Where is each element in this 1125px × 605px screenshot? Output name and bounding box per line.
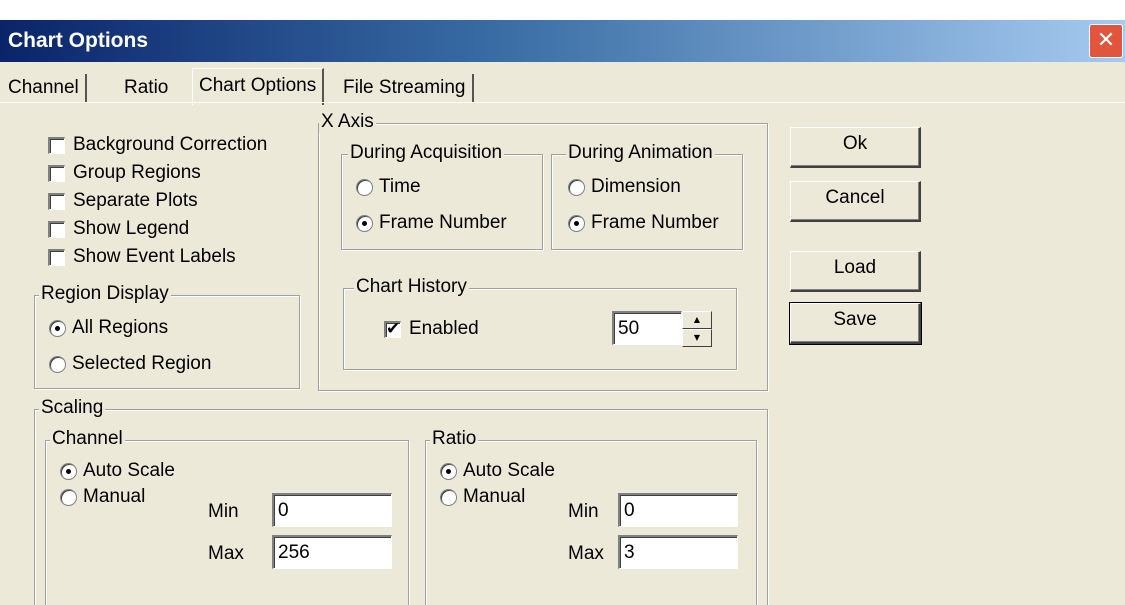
x-axis-group: X Axis During Acquisition Time Frame Num…: [318, 111, 768, 391]
channel-max-input[interactable]: 256: [272, 535, 392, 569]
radio-dot: [60, 462, 77, 480]
checkbox-label: Enabled: [409, 318, 479, 339]
ratio-min-input[interactable]: 0: [618, 493, 738, 527]
animation-frame-number-radio[interactable]: Frame Number: [568, 211, 719, 235]
dimension-radio[interactable]: Dimension: [568, 175, 681, 199]
radio-dot: [440, 488, 457, 506]
tab-strip: Channel Ratio Chart Options File Streami…: [0, 68, 1125, 105]
checkbox-label: Group Regions: [73, 162, 201, 183]
radio-label: Dimension: [591, 176, 681, 197]
radio-dot: [440, 462, 457, 480]
group-title: Region Display: [39, 283, 171, 305]
all-regions-radio[interactable]: All Regions: [49, 316, 168, 340]
spin-down-icon[interactable]: ▼: [682, 329, 712, 347]
checkbox-box: [48, 164, 65, 182]
channel-scaling-group: Channel Auto Scale Manual Min 0 Max 256: [45, 428, 409, 605]
channel-max-label: Max: [208, 543, 244, 564]
spin-up-icon[interactable]: ▲: [682, 311, 712, 329]
chart-history-group: Chart History Enabled 50 ▲ ▼: [343, 276, 737, 370]
group-title: During Animation: [566, 142, 715, 164]
checkbox-label: Show Legend: [73, 218, 190, 239]
window-title: Chart Options: [8, 29, 148, 52]
history-enabled-checkbox[interactable]: Enabled: [384, 317, 479, 341]
history-length-spinner[interactable]: ▲ ▼: [682, 311, 712, 347]
group-title: X Axis: [319, 111, 376, 133]
radio-label: Manual: [83, 486, 146, 507]
checkbox-label: Show Event Labels: [73, 246, 236, 267]
channel-auto-scale-radio[interactable]: Auto Scale: [60, 459, 175, 483]
ratio-auto-scale-radio[interactable]: Auto Scale: [440, 459, 555, 483]
checkbox-box: [48, 248, 65, 266]
radio-label: Auto Scale: [83, 460, 175, 481]
acquisition-frame-number-radio[interactable]: Frame Number: [356, 211, 507, 235]
channel-min-label: Min: [208, 501, 239, 522]
separate-plots-checkbox[interactable]: Separate Plots: [48, 189, 198, 213]
close-icon: ✕: [1096, 28, 1116, 53]
tab-ratio[interactable]: Ratio: [118, 74, 174, 102]
ratio-max-label: Max: [568, 543, 604, 564]
tab-chart-options[interactable]: Chart Options: [192, 68, 325, 105]
radio-dot: [568, 214, 585, 232]
ratio-max-input[interactable]: 3: [618, 535, 738, 569]
show-event-labels-checkbox[interactable]: Show Event Labels: [48, 245, 236, 269]
show-legend-checkbox[interactable]: Show Legend: [48, 217, 189, 241]
tab-panel-chart-options: Background Correction Group Regions Sepa…: [0, 102, 1125, 605]
radio-dot: [49, 319, 66, 337]
radio-label: Auto Scale: [463, 460, 555, 481]
close-button[interactable]: ✕: [1089, 24, 1123, 58]
load-button[interactable]: Load: [790, 251, 921, 292]
during-acquisition-group: During Acquisition Time Frame Number: [341, 142, 543, 250]
group-title: Channel: [50, 428, 125, 450]
cancel-button[interactable]: Cancel: [790, 181, 921, 222]
radio-label: Manual: [463, 486, 526, 507]
title-bar[interactable]: Chart Options ✕: [0, 20, 1125, 62]
radio-dot: [356, 214, 373, 232]
group-title: During Acquisition: [348, 142, 505, 164]
region-display-group: Region Display All Regions Selected Regi…: [34, 283, 300, 389]
history-length-input[interactable]: 50: [612, 311, 682, 345]
ratio-manual-radio[interactable]: Manual: [440, 485, 525, 509]
checkbox-label: Separate Plots: [73, 190, 198, 211]
tab-file-streaming[interactable]: File Streaming: [337, 74, 474, 102]
radio-dot: [568, 178, 585, 196]
checkbox-label: Background Correction: [73, 134, 268, 155]
ratio-scaling-group: Ratio Auto Scale Manual Min 0 Max 3: [425, 428, 757, 605]
group-title: Scaling: [39, 397, 106, 419]
during-animation-group: During Animation Dimension Frame Number: [551, 142, 743, 250]
radio-label: Frame Number: [591, 212, 719, 233]
radio-label: Frame Number: [379, 212, 507, 233]
radio-dot: [49, 355, 66, 373]
selected-region-radio[interactable]: Selected Region: [49, 352, 211, 376]
checkbox-box: [384, 318, 401, 340]
radio-label: All Regions: [72, 317, 169, 338]
time-radio[interactable]: Time: [356, 175, 421, 199]
channel-min-input[interactable]: 0: [272, 493, 392, 527]
radio-dot: [356, 178, 373, 196]
ratio-min-label: Min: [568, 501, 599, 522]
scaling-group: Scaling Channel Auto Scale Manual Min 0 …: [34, 397, 768, 605]
chart-options-dialog: Chart Options ✕ Channel Ratio Chart Opti…: [0, 20, 1125, 605]
background-correction-checkbox[interactable]: Background Correction: [48, 133, 267, 157]
radio-label: Selected Region: [72, 353, 212, 374]
tab-channel[interactable]: Channel: [2, 74, 87, 102]
radio-label: Time: [379, 176, 421, 197]
checkbox-box: [48, 192, 65, 210]
channel-manual-radio[interactable]: Manual: [60, 485, 145, 509]
group-regions-checkbox[interactable]: Group Regions: [48, 161, 201, 185]
radio-dot: [60, 488, 77, 506]
ok-button[interactable]: Ok: [790, 127, 921, 168]
group-title: Chart History: [354, 276, 469, 298]
checkbox-box: [48, 220, 65, 238]
save-button[interactable]: Save: [789, 302, 922, 345]
group-title: Ratio: [430, 428, 479, 450]
checkbox-box: [48, 136, 65, 154]
